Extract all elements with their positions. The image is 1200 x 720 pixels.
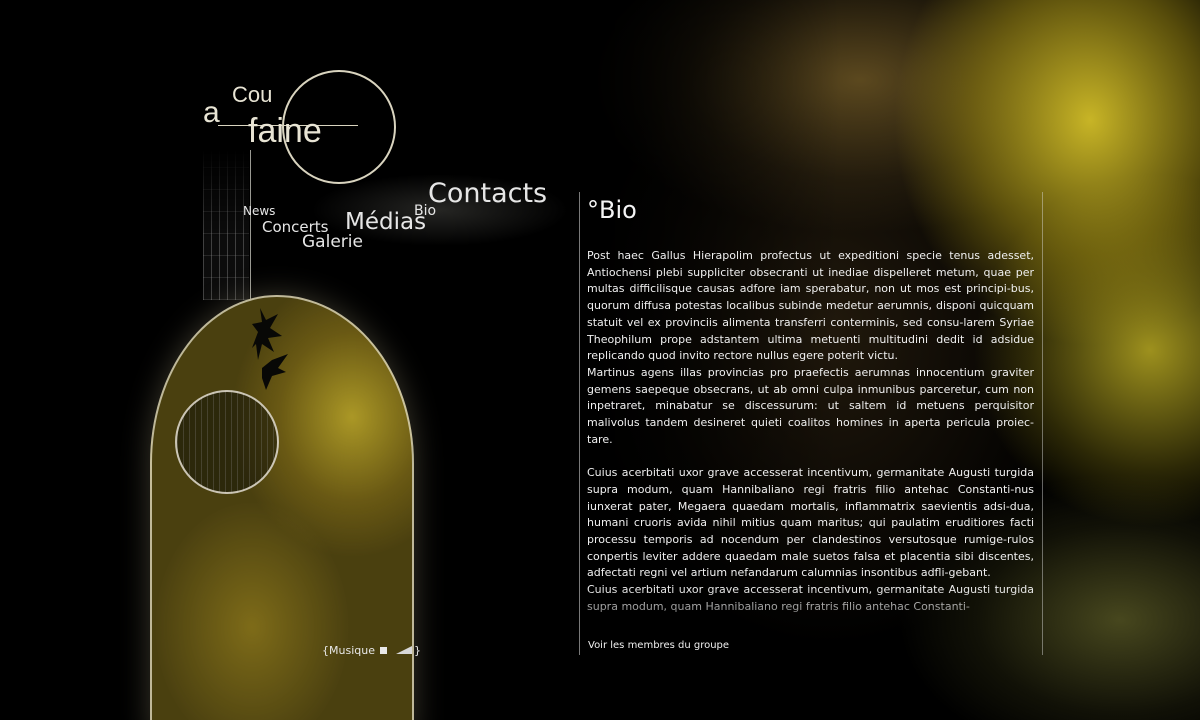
music-label: Musique — [329, 644, 375, 657]
volume-icon[interactable] — [395, 646, 412, 654]
logo-top-text: Cou — [232, 82, 273, 107]
nav-item-news[interactable]: News — [243, 204, 275, 218]
bio-paragraph: Martinus agens illas provincias pro prae… — [587, 365, 1034, 446]
bio-paragraph: Cuius acerbitati uxor grave accesserat i… — [587, 466, 1034, 580]
music-open-brace: { — [322, 644, 329, 657]
leaf-icon — [252, 308, 288, 390]
logo-bottom-text: faine — [248, 112, 322, 150]
bio-paragraph: Post haec Gallus Hierapolim profectus ut… — [587, 249, 1034, 363]
members-link[interactable]: Voir les membres du groupe — [588, 640, 729, 651]
nav-item-galerie[interactable]: Galerie — [302, 232, 363, 252]
music-close-brace: } — [413, 644, 421, 657]
logo-prefix: a — [203, 96, 220, 129]
nav-item-contacts[interactable]: Contacts — [428, 178, 547, 209]
bio-paragraph: Cuius acerbitati uxor grave accesserat i… — [587, 583, 1034, 613]
page-title: °Bio — [587, 196, 637, 224]
music-player: {Musique } — [322, 644, 421, 657]
stop-icon[interactable] — [380, 647, 388, 654]
bio-text[interactable]: Post haec Gallus Hierapolim profectus ut… — [587, 248, 1034, 634]
guitar-sound-hole — [175, 390, 279, 494]
